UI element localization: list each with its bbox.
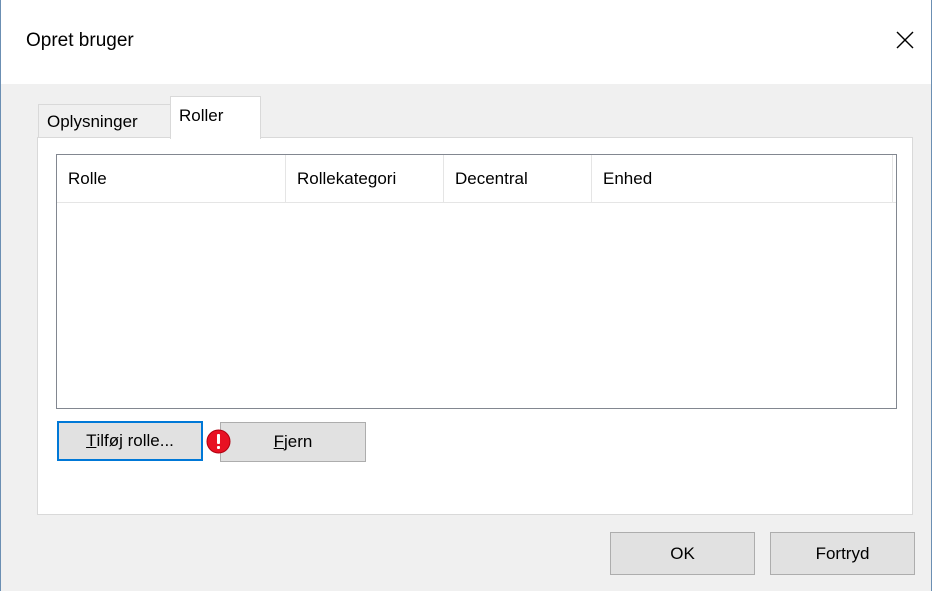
remove-label: jern: [284, 432, 313, 451]
window-title: Opret bruger: [26, 30, 134, 51]
add-role-label: ilføj rolle...: [96, 431, 174, 450]
close-button[interactable]: [879, 20, 931, 64]
roles-list[interactable]: Rolle Rollekategori Decentral Enhed: [56, 154, 897, 409]
tab-roller[interactable]: Roller: [170, 96, 261, 139]
remove-button[interactable]: Fjern: [220, 422, 366, 462]
add-role-mnemonic: T: [86, 431, 97, 450]
tab-panel-roller: Rolle Rollekategori Decentral Enhed Tilf…: [37, 137, 913, 515]
column-header-rolle[interactable]: Rolle: [57, 155, 286, 203]
dialog-window: Opret bruger Oplysninger Roller Rolle Ro…: [0, 0, 932, 591]
tab-label: Roller: [179, 106, 224, 125]
add-role-button[interactable]: Tilføj rolle...: [57, 421, 203, 461]
ok-label: OK: [670, 543, 695, 563]
error-icon: [206, 429, 231, 454]
tab-oplysninger[interactable]: Oplysninger: [38, 104, 171, 138]
cancel-button[interactable]: Fortryd: [770, 532, 915, 575]
remove-mnemonic: F: [273, 432, 285, 451]
column-header-enhed[interactable]: Enhed: [592, 155, 893, 203]
ok-button[interactable]: OK: [610, 532, 755, 575]
column-header-decentral[interactable]: Decentral: [444, 155, 592, 203]
title-bar: Opret bruger: [1, 0, 931, 84]
cancel-label: Fortryd: [815, 543, 870, 563]
tab-label: Oplysninger: [47, 111, 138, 131]
column-header-rollekategori[interactable]: Rollekategori: [286, 155, 444, 203]
roles-list-header: Rolle Rollekategori Decentral Enhed: [57, 155, 896, 203]
close-icon: [895, 30, 915, 55]
